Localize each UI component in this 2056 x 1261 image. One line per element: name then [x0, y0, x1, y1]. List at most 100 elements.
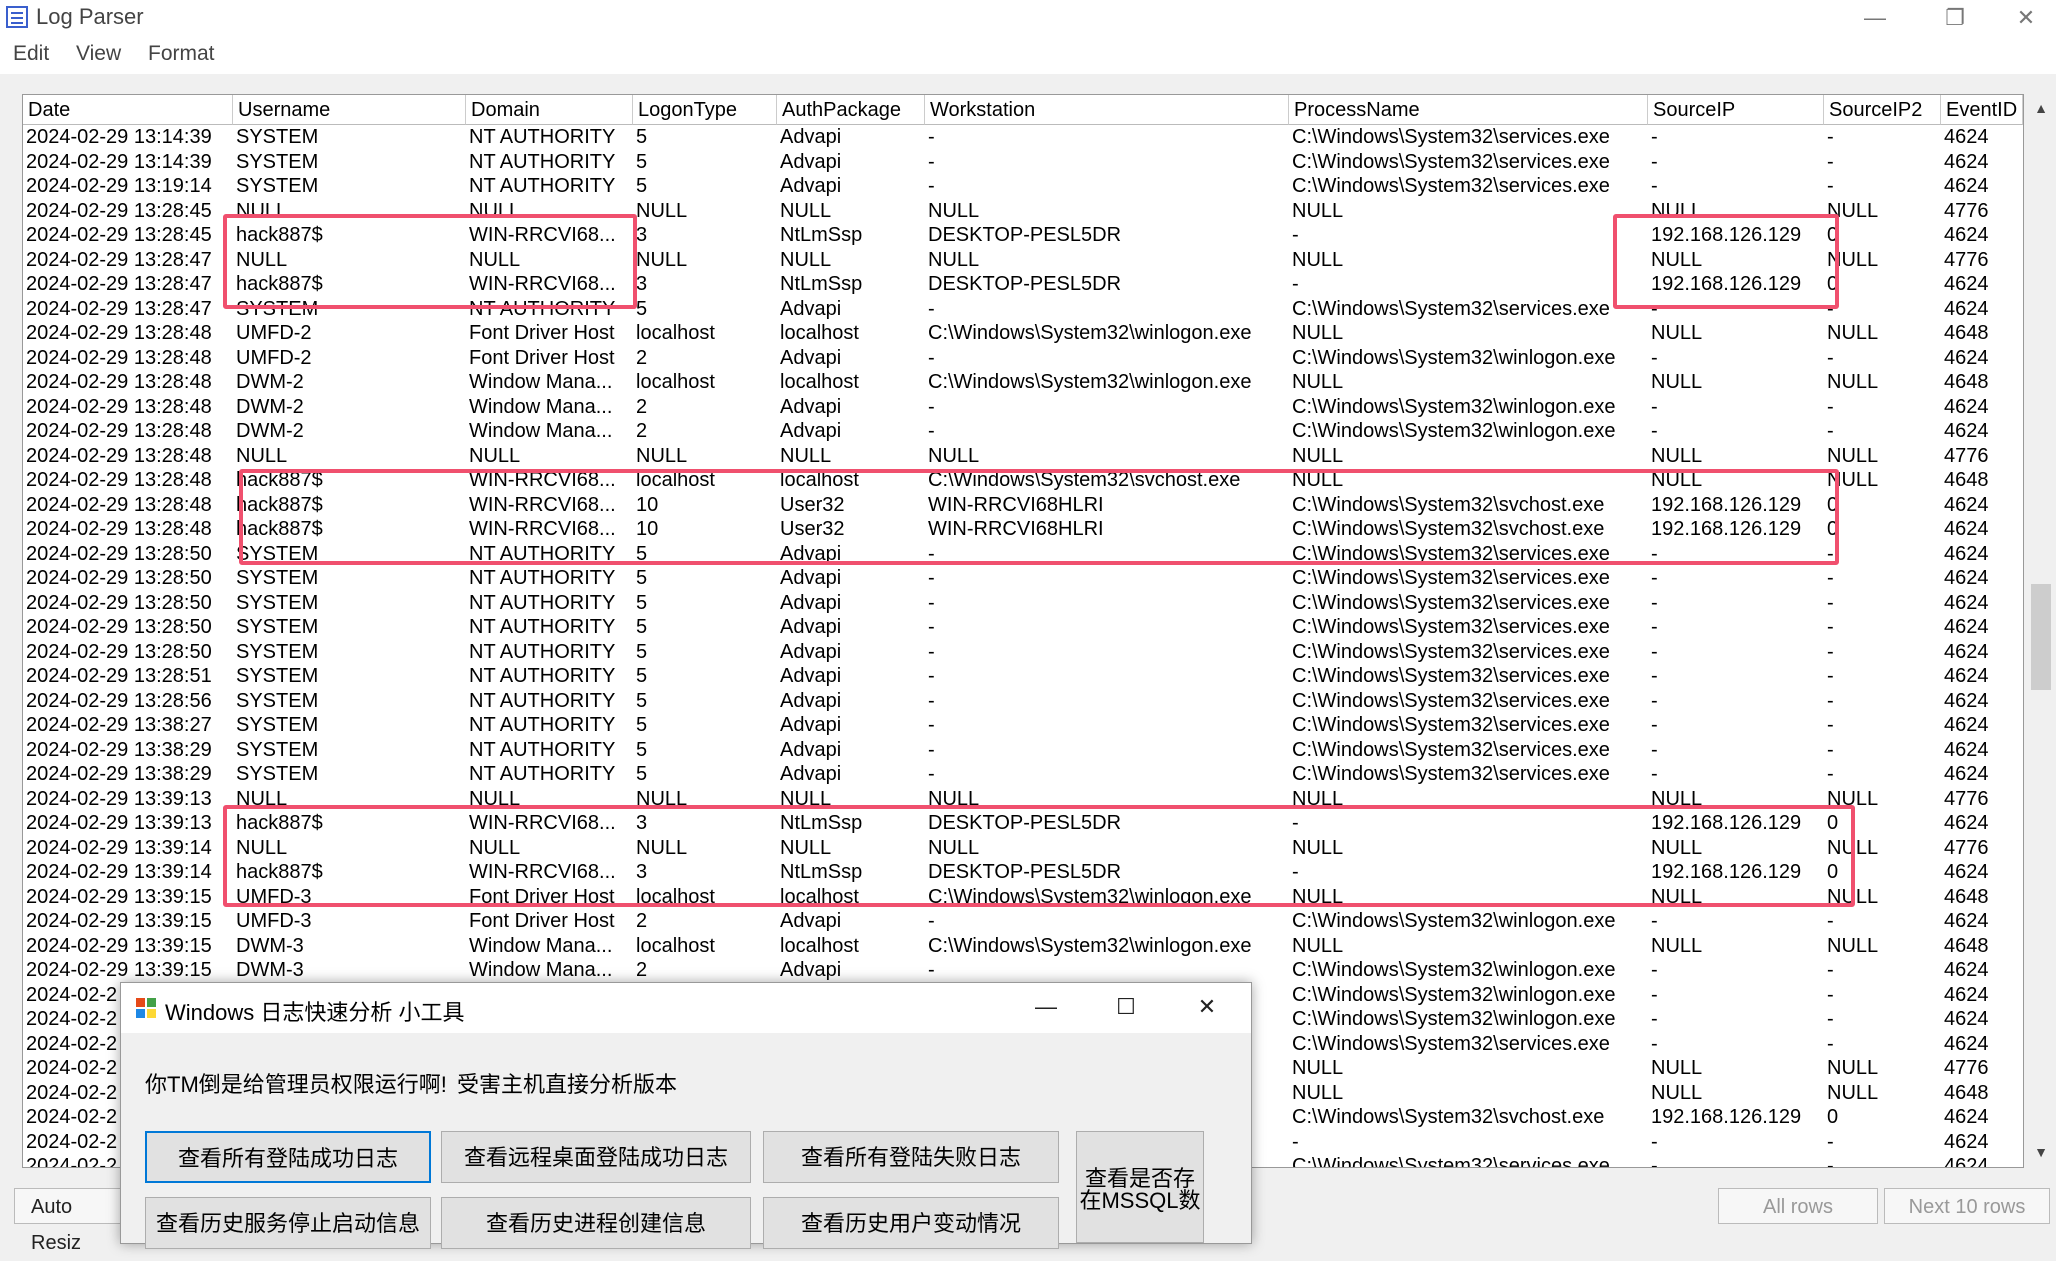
- mssql-check-button[interactable]: 查看是否存在MSSQL数: [1076, 1131, 1204, 1243]
- column-header-auth-package[interactable]: AuthPackage: [777, 95, 925, 125]
- table-row[interactable]: 2024-02-29 13:39:15 DWM-3 Window Mana... lo…: [23, 934, 2023, 959]
- cell-date: 2024-02-29 13:28:56: [26, 689, 212, 712]
- table-row[interactable]: 2024-02-29 13:39:14 hack887$ WIN-RRCVI68..…: [23, 860, 2023, 885]
- table-row[interactable]: 2024-02-29 13:28:48 UMFD-2 Font Driver Hos…: [23, 321, 2023, 346]
- cell-source-ip2: 0: [1827, 812, 1839, 834]
- table-row[interactable]: 2024-02-29 13:28:50 SYSTEM NT AUTHORITY 5 Ad…: [23, 566, 2023, 591]
- cell-process-name: NULL: [1292, 469, 1344, 491]
- logon-failure-button[interactable]: 查看所有登陆失败日志: [763, 1131, 1059, 1183]
- cell-process-name: C:\Windows\System32\services.exe: [1292, 567, 1610, 589]
- cell-event-id: 4624: [1944, 959, 1989, 981]
- all-rows-button[interactable]: All rows: [1718, 1188, 1878, 1224]
- cell-event-id: 4648: [1944, 322, 1989, 344]
- table-row[interactable]: 2024-02-29 13:28:48 UMFD-2 Font Driver Hos…: [23, 346, 2023, 371]
- table-row[interactable]: 2024-02-29 13:28:50 SYSTEM NT AUTHORITY 5 Ad…: [23, 542, 2023, 567]
- column-header-workstation[interactable]: Workstation: [925, 95, 1289, 125]
- column-header-process-name[interactable]: ProcessName: [1289, 95, 1648, 125]
- scroll-down-icon[interactable]: ▼: [2028, 1138, 2054, 1166]
- dialog-minimize-button[interactable]: —: [1016, 989, 1076, 1025]
- menu-edit[interactable]: Edit: [13, 42, 49, 66]
- table-row[interactable]: 2024-02-29 13:28:45 hack887$ WIN-RRCVI68..…: [23, 223, 2023, 248]
- cell-domain: NT AUTHORITY: [469, 738, 616, 761]
- table-row[interactable]: 2024-02-29 13:38:27 SYSTEM NT AUTHORITY 5 Ad…: [23, 713, 2023, 738]
- cell-source-ip: -: [1651, 297, 1658, 320]
- table-row[interactable]: 2024-02-29 13:28:48 DWM-2 Window Mana... lo…: [23, 370, 2023, 395]
- cell-event-id: 4648: [1944, 934, 1989, 957]
- table-row[interactable]: 2024-02-29 13:14:39 SYSTEM NT AUTHORITY 5 Ad…: [23, 125, 2023, 150]
- cell-source-ip: 192.168.126.129: [1651, 518, 1802, 540]
- cell-logon-type: 2: [636, 346, 648, 369]
- table-row[interactable]: 2024-02-29 13:39:15 DWM-3 Window Mana... 2 A…: [23, 958, 2023, 983]
- auto-resize-button[interactable]: Auto Resiz: [14, 1188, 124, 1254]
- cell-username: hack887$: [236, 469, 323, 491]
- table-row[interactable]: 2024-02-29 13:38:29 SYSTEM NT AUTHORITY 5 Ad…: [23, 738, 2023, 763]
- cell-logon-type: 5: [636, 175, 648, 197]
- table-row[interactable]: 2024-02-29 13:28:50 SYSTEM NT AUTHORITY 5 Ad…: [23, 640, 2023, 665]
- cell-domain: NULL: [469, 199, 521, 222]
- cell-source-ip: 192.168.126.129: [1651, 493, 1802, 516]
- table-row[interactable]: 2024-02-29 13:28:51 SYSTEM NT AUTHORITY 5 Ad…: [23, 664, 2023, 689]
- close-button[interactable]: ✕: [1996, 2, 2056, 34]
- column-header-domain[interactable]: Domain: [466, 95, 633, 125]
- table-row[interactable]: 2024-02-29 13:39:14 NULL NULL NULL NULL NULL N…: [23, 836, 2023, 861]
- column-header-logon-type[interactable]: LogonType: [633, 95, 777, 125]
- table-row[interactable]: 2024-02-29 13:39:15 UMFD-3 Font Driver Hos…: [23, 909, 2023, 934]
- table-row[interactable]: 2024-02-29 13:28:48 NULL NULL NULL NULL NULL N…: [23, 444, 2023, 469]
- cell-logon-type: 5: [636, 616, 648, 638]
- user-change-history-button[interactable]: 查看历史用户变动情况: [763, 1197, 1059, 1249]
- table-row[interactable]: 2024-02-29 13:28:48 hack887$ WIN-RRCVI68..…: [23, 517, 2023, 542]
- table-row[interactable]: 2024-02-29 13:28:47 NULL NULL NULL NULL NULL N…: [23, 248, 2023, 273]
- cell-process-name: C:\Windows\System32\services.exe: [1292, 738, 1610, 761]
- table-row[interactable]: 2024-02-29 13:19:14 SYSTEM NT AUTHORITY 5 Ad…: [23, 174, 2023, 199]
- dialog-close-button[interactable]: ✕: [1177, 989, 1237, 1025]
- column-header-username[interactable]: Username: [233, 95, 466, 125]
- cell-workstation: -: [928, 665, 935, 687]
- column-header-date[interactable]: Date: [23, 95, 233, 125]
- table-row[interactable]: 2024-02-29 13:39:15 UMFD-3 Font Driver Hos…: [23, 885, 2023, 910]
- dialog-maximize-button[interactable]: ☐: [1096, 989, 1156, 1025]
- menu-format[interactable]: Format: [148, 42, 215, 66]
- cell-username: hack887$: [236, 224, 323, 246]
- table-row[interactable]: 2024-02-29 13:28:47 SYSTEM NT AUTHORITY 5 Ad…: [23, 297, 2023, 322]
- process-history-button[interactable]: 查看历史进程创建信息: [441, 1197, 751, 1249]
- service-history-button[interactable]: 查看历史服务停止启动信息: [145, 1197, 431, 1249]
- table-row[interactable]: 2024-02-29 13:39:13 hack887$ WIN-RRCVI68..…: [23, 811, 2023, 836]
- table-row[interactable]: 2024-02-29 13:28:50 SYSTEM NT AUTHORITY 5 Ad…: [23, 615, 2023, 640]
- restore-button[interactable]: ❐: [1925, 2, 1985, 34]
- table-row[interactable]: 2024-02-29 13:28:48 DWM-2 Window Mana... 2 A…: [23, 419, 2023, 444]
- cell-domain: NT AUTHORITY: [469, 126, 616, 148]
- table-row[interactable]: 2024-02-29 13:39:13 NULL NULL NULL NULL NULL N…: [23, 787, 2023, 812]
- table-row[interactable]: 2024-02-29 13:28:48 hack887$ WIN-RRCVI68..…: [23, 493, 2023, 518]
- scroll-up-icon[interactable]: ▲: [2028, 94, 2054, 122]
- table-row[interactable]: 2024-02-29 13:28:50 SYSTEM NT AUTHORITY 5 Ad…: [23, 591, 2023, 616]
- cell-domain: NULL: [469, 248, 521, 271]
- cell-source-ip2: -: [1827, 1130, 1834, 1153]
- cell-event-id: 4624: [1944, 175, 1989, 197]
- cell-username: UMFD-2: [236, 346, 312, 369]
- table-row[interactable]: 2024-02-29 13:28:56 SYSTEM NT AUTHORITY 5 Ad…: [23, 689, 2023, 714]
- column-header-event-id[interactable]: EventID: [1941, 95, 2023, 125]
- cell-workstation: DESKTOP-PESL5DR: [928, 861, 1122, 883]
- column-header-source-ip2[interactable]: SourceIP2: [1824, 95, 1941, 125]
- scroll-thumb[interactable]: [2031, 584, 2051, 690]
- cell-workstation: DESKTOP-PESL5DR: [928, 812, 1122, 834]
- cell-process-name: C:\Windows\System32\services.exe: [1292, 714, 1610, 736]
- table-row[interactable]: 2024-02-29 13:28:48 DWM-2 Window Mana... 2 A…: [23, 395, 2023, 420]
- cell-process-name: C:\Windows\System32\services.exe: [1292, 126, 1610, 148]
- column-header-source-ip[interactable]: SourceIP: [1648, 95, 1824, 125]
- next-rows-button[interactable]: Next 10 rows: [1884, 1188, 2050, 1224]
- tool-dialog: Windows 日志快速分析 小工具 — ☐ ✕ 你TM倒是给管理员权限运行啊!…: [120, 982, 1252, 1249]
- table-row[interactable]: 2024-02-29 13:28:45 NULL NULL NULL NULL NULL N…: [23, 199, 2023, 224]
- table-row[interactable]: 2024-02-29 13:28:48 hack887$ WIN-RRCVI68..…: [23, 468, 2023, 493]
- version-text: 受害主机直接分析版本: [457, 1072, 678, 1097]
- rdp-logon-success-button[interactable]: 查看远程桌面登陆成功日志: [441, 1131, 751, 1183]
- table-row[interactable]: 2024-02-29 13:14:39 SYSTEM NT AUTHORITY 5 Ad…: [23, 150, 2023, 175]
- table-row[interactable]: 2024-02-29 13:28:47 hack887$ WIN-RRCVI68..…: [23, 272, 2023, 297]
- vertical-scrollbar[interactable]: ▲ ▼: [2028, 94, 2054, 1166]
- cell-process-name: NULL: [1292, 444, 1344, 467]
- table-row[interactable]: 2024-02-29 13:38:29 SYSTEM NT AUTHORITY 5 Ad…: [23, 762, 2023, 787]
- all-logon-success-button[interactable]: 查看所有登陆成功日志: [145, 1131, 431, 1183]
- cell-domain: NT AUTHORITY: [469, 175, 616, 197]
- minimize-button[interactable]: —: [1845, 2, 1905, 34]
- menu-view[interactable]: View: [76, 42, 121, 66]
